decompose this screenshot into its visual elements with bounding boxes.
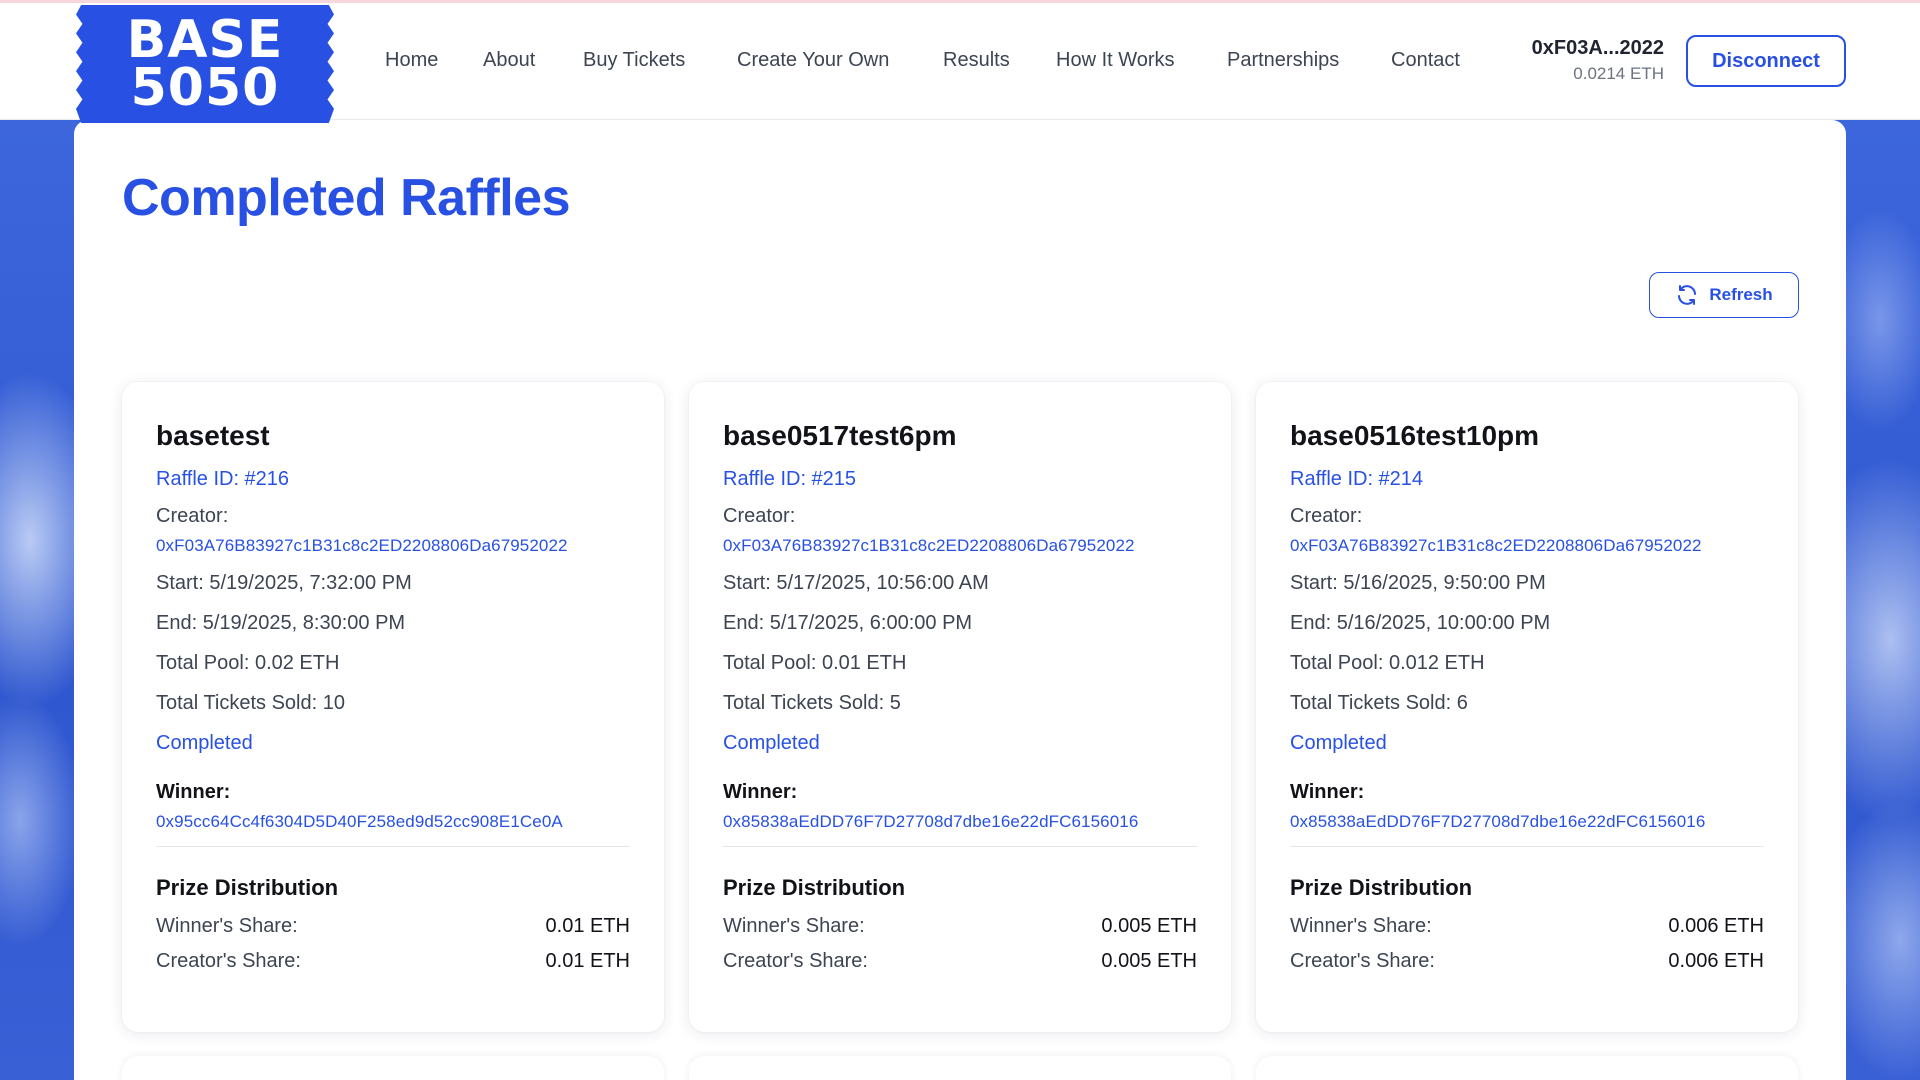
raffle-end: End: 5/19/2025, 8:30:00 PM — [156, 612, 406, 634]
creator-label: Creator: — [723, 505, 796, 527]
raffle-start: Start: 5/17/2025, 10:56:00 AM — [723, 572, 989, 594]
site-header: BASE 5050 Home About Buy Tickets Create … — [0, 3, 1920, 123]
base5050-logo[interactable]: BASE 5050 — [76, 5, 334, 123]
winner-address-link[interactable]: 0x85838aEdDD76F7D27708d7dbe16e22dFC61560… — [723, 812, 1197, 832]
creator-share-row: Creator's Share: 0.005 ETH — [723, 950, 1197, 973]
raffle-name: base0516test10pm — [1290, 420, 1540, 451]
raffle-id: Raffle ID: #216 — [156, 468, 290, 490]
creator-share-label: Creator's Share: — [1290, 950, 1435, 972]
raffle-end: End: 5/16/2025, 10:00:00 PM — [1290, 612, 1551, 634]
winner-share-row: Winner's Share: 0.005 ETH — [723, 915, 1197, 938]
raffle-card-partial — [689, 1056, 1231, 1080]
refresh-label: Refresh — [1709, 285, 1773, 304]
creator-share-value: 0.005 ETH — [1101, 950, 1197, 972]
main-panel: Completed Raffles Refresh basetest Raffl… — [74, 120, 1846, 1080]
winner-share-label: Winner's Share: — [156, 915, 298, 937]
raffle-id: Raffle ID: #214 — [1290, 468, 1424, 490]
creator-address-link[interactable]: 0xF03A76B83927c1B31c8c2ED2208806Da679520… — [156, 536, 630, 556]
creator-label: Creator: — [156, 505, 229, 527]
wallet-address: 0xF03A...2022 — [1531, 37, 1664, 59]
winner-share-value: 0.006 ETH — [1668, 915, 1764, 937]
disconnect-button[interactable]: Disconnect — [1686, 35, 1846, 87]
creator-share-value: 0.01 ETH — [545, 950, 630, 972]
nav-buy-tickets[interactable]: Buy Tickets — [583, 49, 685, 72]
raffle-tickets-sold: Total Tickets Sold: 10 — [156, 692, 345, 714]
raffle-status: Completed — [156, 732, 253, 754]
raffle-tickets-sold: Total Tickets Sold: 5 — [723, 692, 901, 714]
winner-address-link[interactable]: 0x95cc64Cc4f6304D5D40F258ed9d52cc908E1Ce… — [156, 812, 630, 832]
raffle-id: Raffle ID: #215 — [723, 468, 857, 490]
raffle-end: End: 5/17/2025, 6:00:00 PM — [723, 612, 973, 634]
wallet-balance: 0.0214 ETH — [1573, 64, 1664, 83]
refresh-icon — [1678, 285, 1697, 305]
nav-about[interactable]: About — [483, 49, 535, 72]
creator-address-link[interactable]: 0xF03A76B83927c1B31c8c2ED2208806Da679520… — [1290, 536, 1764, 556]
raffle-start: Start: 5/19/2025, 7:32:00 PM — [156, 572, 412, 594]
creator-share-row: Creator's Share: 0.006 ETH — [1290, 950, 1764, 973]
card-divider — [156, 846, 630, 847]
logo-line-2: 5050 — [130, 58, 280, 118]
creator-share-label: Creator's Share: — [723, 950, 868, 972]
prize-distribution-title: Prize Distribution — [1290, 875, 1473, 900]
refresh-button[interactable]: Refresh — [1649, 272, 1799, 318]
logo-line-1: BASE — [126, 10, 284, 70]
nav-how-it-works[interactable]: How It Works — [1056, 49, 1175, 72]
nav-home[interactable]: Home — [385, 49, 438, 72]
nav-contact[interactable]: Contact — [1391, 49, 1460, 72]
winner-label: Winner: — [1290, 781, 1365, 803]
nav-create-your-own[interactable]: Create Your Own — [737, 49, 889, 72]
creator-label: Creator: — [1290, 505, 1363, 527]
raffle-card: base0516test10pm Raffle ID: #214 Creator… — [1256, 382, 1798, 1032]
creator-share-row: Creator's Share: 0.01 ETH — [156, 950, 630, 973]
raffle-card-partial — [122, 1056, 664, 1080]
winner-share-row: Winner's Share: 0.006 ETH — [1290, 915, 1764, 938]
raffle-total-pool: Total Pool: 0.01 ETH — [723, 652, 907, 674]
winner-label: Winner: — [723, 781, 798, 803]
creator-address-link[interactable]: 0xF03A76B83927c1B31c8c2ED2208806Da679520… — [723, 536, 1197, 556]
winner-share-label: Winner's Share: — [723, 915, 865, 937]
card-divider — [723, 846, 1197, 847]
raffle-total-pool: Total Pool: 0.02 ETH — [156, 652, 340, 674]
wallet-info: 0xF03A...2022 0.0214 ETH — [1532, 37, 1664, 84]
winner-share-label: Winner's Share: — [1290, 915, 1432, 937]
winner-address-link[interactable]: 0x85838aEdDD76F7D27708d7dbe16e22dFC61560… — [1290, 812, 1764, 832]
creator-share-label: Creator's Share: — [156, 950, 301, 972]
raffle-status: Completed — [723, 732, 820, 754]
raffle-card: base0517test6pm Raffle ID: #215 Creator:… — [689, 382, 1231, 1032]
prize-distribution-title: Prize Distribution — [156, 875, 339, 900]
nav-results[interactable]: Results — [943, 49, 1010, 72]
nav-partnerships[interactable]: Partnerships — [1227, 49, 1339, 72]
card-divider — [1290, 846, 1764, 847]
prize-distribution-title: Prize Distribution — [723, 875, 906, 900]
raffle-name: basetest — [156, 420, 270, 451]
raffle-start: Start: 5/16/2025, 9:50:00 PM — [1290, 572, 1546, 594]
creator-share-value: 0.006 ETH — [1668, 950, 1764, 972]
winner-share-value: 0.005 ETH — [1101, 915, 1197, 937]
winner-share-value: 0.01 ETH — [545, 915, 630, 937]
winner-share-row: Winner's Share: 0.01 ETH — [156, 915, 630, 938]
winner-label: Winner: — [156, 781, 231, 803]
raffle-status: Completed — [1290, 732, 1387, 754]
raffle-card-partial — [1256, 1056, 1798, 1080]
raffle-card: basetest Raffle ID: #216 Creator: 0xF03A… — [122, 382, 664, 1032]
raffle-tickets-sold: Total Tickets Sold: 6 — [1290, 692, 1468, 714]
raffle-total-pool: Total Pool: 0.012 ETH — [1290, 652, 1485, 674]
page-title: Completed Raffles — [122, 169, 571, 227]
raffle-name: base0517test6pm — [723, 420, 957, 451]
